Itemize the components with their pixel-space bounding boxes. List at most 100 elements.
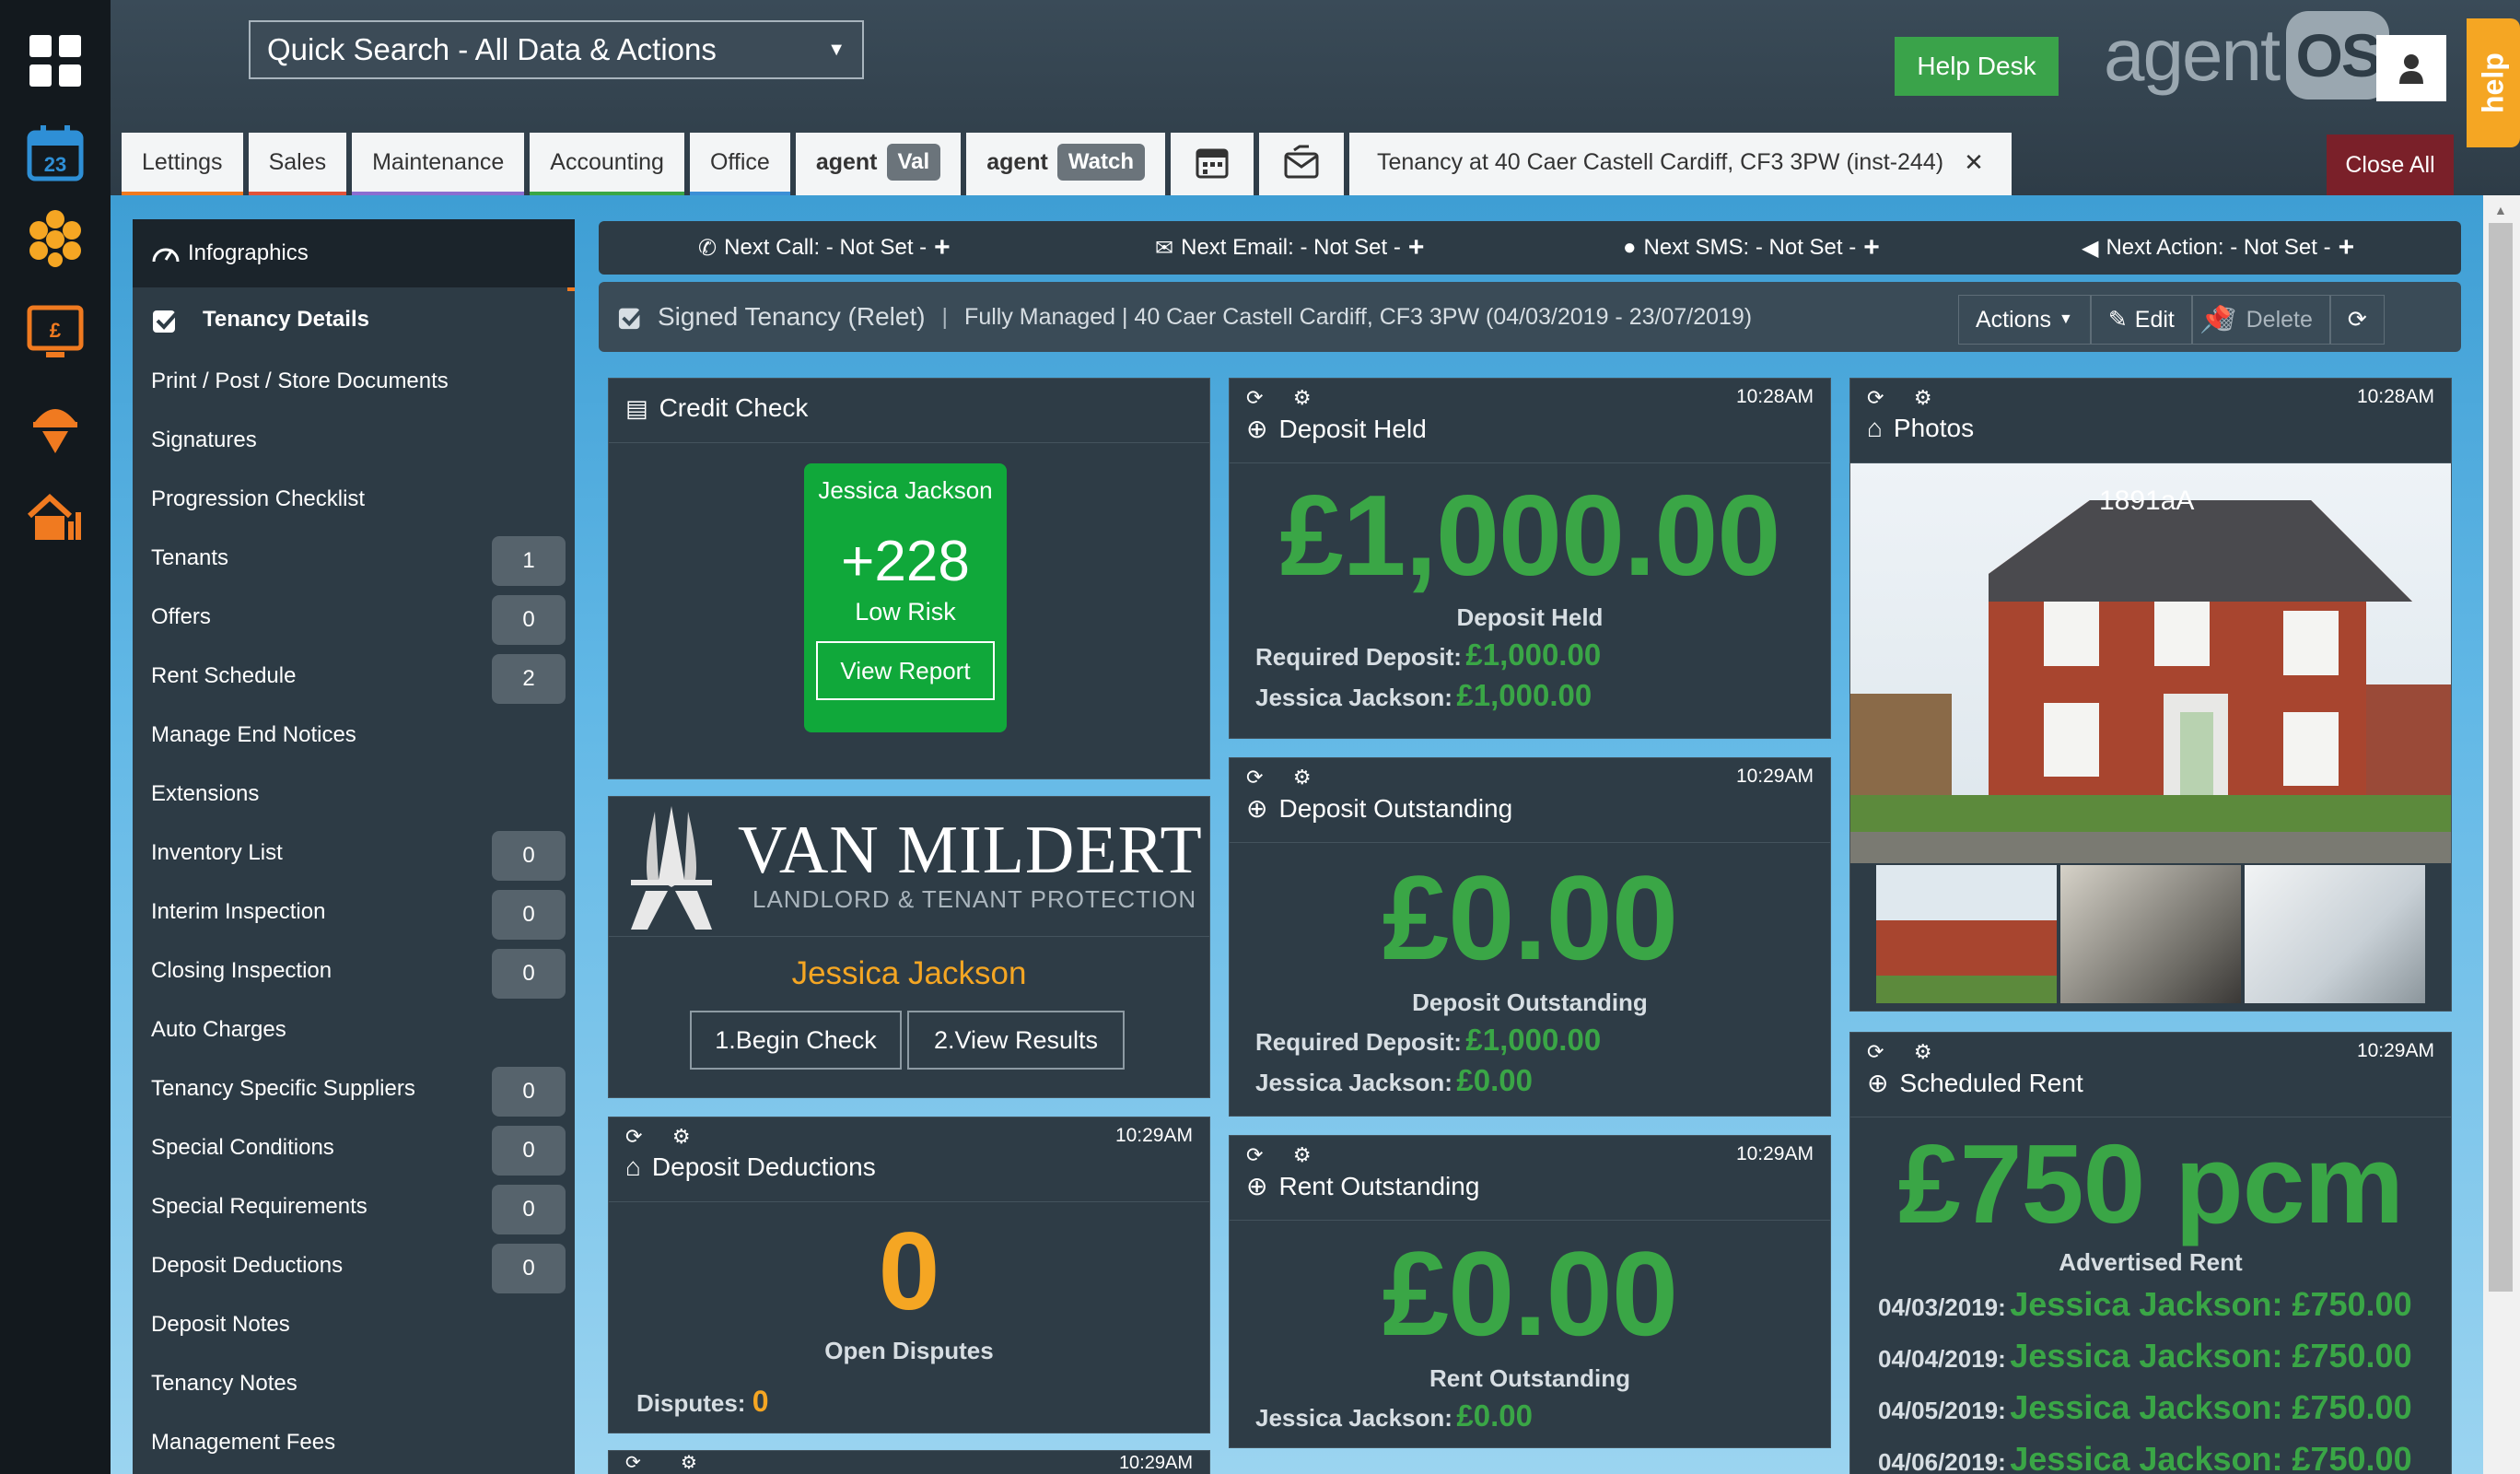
page-scrollbar[interactable]: ▲	[2483, 195, 2520, 1474]
sidebar-item-closing-inspection[interactable]: Closing Inspection 0	[133, 942, 575, 1000]
begin-check-button[interactable]: 1.Begin Check	[690, 1011, 902, 1070]
property-chart-icon[interactable]	[20, 479, 90, 549]
required-deposit-value: £1,000.00	[1465, 1023, 1602, 1057]
refresh-icon[interactable]: ⟳	[625, 1125, 642, 1148]
tab-maintenance[interactable]: Maintenance	[352, 133, 525, 197]
view-results-button[interactable]: 2.View Results	[907, 1011, 1125, 1070]
sidebar-item-label: Signatures	[151, 427, 257, 452]
rent-outstanding-card: ⟳ ⚙ 10:29AM ⊕ Rent Outstanding £0.00 Rent…	[1229, 1135, 1831, 1448]
tab-office[interactable]: Office	[689, 133, 790, 197]
actions-dropdown-button[interactable]: Actions ▼	[1958, 295, 2091, 345]
refresh-icon[interactable]: ⟳	[1867, 386, 1884, 409]
view-report-button[interactable]: View Report	[816, 641, 995, 700]
dashboard-grid-icon[interactable]	[20, 26, 90, 96]
sidebar-item-manage-end-notices[interactable]: Manage End Notices	[133, 706, 575, 765]
required-deposit-label: Required Deposit:	[1255, 1028, 1462, 1056]
tenant-rent-row: Jessica Jackson: £0.00	[1230, 1398, 1830, 1433]
sidebar-item-print-documents[interactable]: Print / Post / Store Documents	[133, 352, 575, 411]
open-disputes-count: 0	[878, 1210, 940, 1333]
tab-lettings[interactable]: Lettings	[122, 133, 243, 197]
photo-thumbnail[interactable]	[2060, 865, 2241, 1003]
refresh-icon[interactable]: ⟳	[1246, 386, 1263, 409]
plus-icon[interactable]: +	[1408, 232, 1425, 263]
scroll-up-icon[interactable]: ▲	[2494, 203, 2507, 217]
edit-button[interactable]: ✎ Edit	[2090, 295, 2192, 345]
plus-icon[interactable]: +	[2339, 232, 2355, 263]
sidebar-item-deposit-notes[interactable]: Deposit Notes	[133, 1295, 575, 1354]
sidebar-item-special-conditions[interactable]: Special Conditions 0	[133, 1118, 575, 1177]
refresh-icon[interactable]: ⟳	[1246, 766, 1263, 789]
calendar-icon[interactable]: 23	[20, 118, 90, 188]
photo-thumbnail[interactable]	[2245, 865, 2425, 1003]
tab-agent-val[interactable]: agent Val	[795, 133, 962, 197]
tab-agent-watch[interactable]: agent Watch	[966, 133, 1165, 197]
gear-icon[interactable]: ⚙	[1293, 386, 1312, 409]
refresh-button[interactable]: ⟳	[2329, 295, 2385, 345]
photo-thumbnail[interactable]	[1876, 865, 2057, 1003]
plus-icon[interactable]: +	[934, 232, 951, 263]
sidebar-item-rent-schedule[interactable]: Rent Schedule 2	[133, 647, 575, 706]
gear-icon[interactable]: ⚙	[1914, 386, 1932, 409]
sidebar-item-progression-checklist[interactable]: Progression Checklist	[133, 470, 575, 529]
next-sms[interactable]: ● Next SMS: - Not Set - +	[1623, 232, 1880, 263]
pin-icon[interactable]: 📌	[2199, 304, 2232, 334]
scrollbar-thumb[interactable]	[2489, 223, 2513, 1292]
refresh-icon[interactable]: ⟳	[625, 1451, 641, 1474]
user-profile-button[interactable]	[2376, 35, 2446, 101]
sidebar-item-label: Print / Post / Store Documents	[151, 368, 449, 393]
close-all-button[interactable]: Close All	[2327, 135, 2454, 195]
tab-mail[interactable]	[1259, 133, 1344, 197]
gear-icon[interactable]: ⚙	[1914, 1040, 1932, 1063]
accounts-screen-icon[interactable]: £	[20, 297, 90, 367]
actions-label: Actions	[1976, 306, 2051, 333]
next-email[interactable]: ✉ Next Email: - Not Set - +	[1155, 232, 1424, 263]
sidebar-item-infographics[interactable]: Infographics	[133, 219, 575, 287]
plus-icon[interactable]: +	[1863, 232, 1880, 263]
sidebar-item-signatures[interactable]: Signatures	[133, 411, 575, 470]
gear-icon[interactable]: ⚙	[1293, 766, 1312, 789]
next-call[interactable]: ✆ Next Call: - Not Set - +	[698, 232, 951, 263]
gear-icon[interactable]: ⚙	[681, 1451, 697, 1474]
sidebar-item-tenancy-specific-suppliers[interactable]: Tenancy Specific Suppliers 0	[133, 1059, 575, 1118]
sidebar-item-offers[interactable]: Offers 0	[133, 588, 575, 647]
logo-os-badge: OS	[2286, 11, 2390, 99]
search-money-icon: ⊕	[1246, 415, 1268, 443]
tab-calendar[interactable]	[1171, 133, 1254, 197]
scheduled-rent-card: ⟳ ⚙ 10:29AM ⊕ Scheduled Rent £750 pcm Adv…	[1849, 1032, 2452, 1474]
sidebar-item-interim-inspection[interactable]: Interim Inspection 0	[133, 883, 575, 942]
rent-date: 04/05/2019:	[1878, 1397, 2006, 1424]
honeycomb-icon[interactable]	[20, 203, 90, 273]
tab-label: Maintenance	[372, 148, 505, 175]
next-action[interactable]: ◀ Next Action: - Not Set - +	[2082, 232, 2354, 263]
sidebar-item-tenancy-details[interactable]: Tenancy Details	[133, 287, 575, 352]
van-mildert-emblem-icon	[631, 806, 712, 930]
count-badge: 1	[492, 536, 566, 586]
refresh-icon[interactable]: ⟳	[1246, 1143, 1263, 1166]
sidebar-item-tenants[interactable]: Tenants 1	[133, 529, 575, 588]
tab-accounting[interactable]: Accounting	[530, 133, 684, 197]
help-desk-button[interactable]: Help Desk	[1895, 37, 2059, 96]
refresh-icon[interactable]: ⟳	[1867, 1040, 1884, 1063]
card-timestamp: 10:28AM	[2356, 386, 2434, 407]
sidebar-item-extensions[interactable]: Extensions	[133, 765, 575, 824]
credit-score: +228	[841, 530, 970, 593]
gear-icon[interactable]: ⚙	[672, 1125, 691, 1148]
sidebar-item-tenancy-notes[interactable]: Tenancy Notes	[133, 1354, 575, 1413]
maintenance-worker-icon[interactable]	[20, 391, 90, 461]
gear-icon[interactable]: ⚙	[1293, 1143, 1312, 1166]
rent-entry: Jessica Jackson: £750.00	[2010, 1440, 2412, 1474]
main-property-photo[interactable]: 1891aA	[1850, 463, 2451, 863]
help-side-tab[interactable]: help	[2467, 18, 2520, 147]
sidebar-item-management-fees[interactable]: Management Fees	[133, 1413, 575, 1472]
chevron-down-icon[interactable]: ▼	[827, 40, 846, 61]
sidebar-item-special-requirements[interactable]: Special Requirements 0	[133, 1177, 575, 1236]
sidebar-item-auto-charges[interactable]: Auto Charges	[133, 1000, 575, 1059]
sidebar-item-deposit-deductions[interactable]: Deposit Deductions 0	[133, 1236, 575, 1295]
sidebar-item-inventory-list[interactable]: Inventory List 0	[133, 824, 575, 883]
tab-record-tenancy[interactable]: Tenancy at 40 Caer Castell Cardiff, CF3 …	[1349, 133, 2012, 197]
tab-sales[interactable]: Sales	[248, 133, 347, 197]
sidebar-item-label: Interim Inspection	[151, 899, 326, 924]
status-separator: |	[941, 303, 949, 330]
close-icon[interactable]: ✕	[1964, 148, 1984, 177]
quick-search-input[interactable]: Quick Search - All Data & Actions ▼	[249, 20, 864, 79]
